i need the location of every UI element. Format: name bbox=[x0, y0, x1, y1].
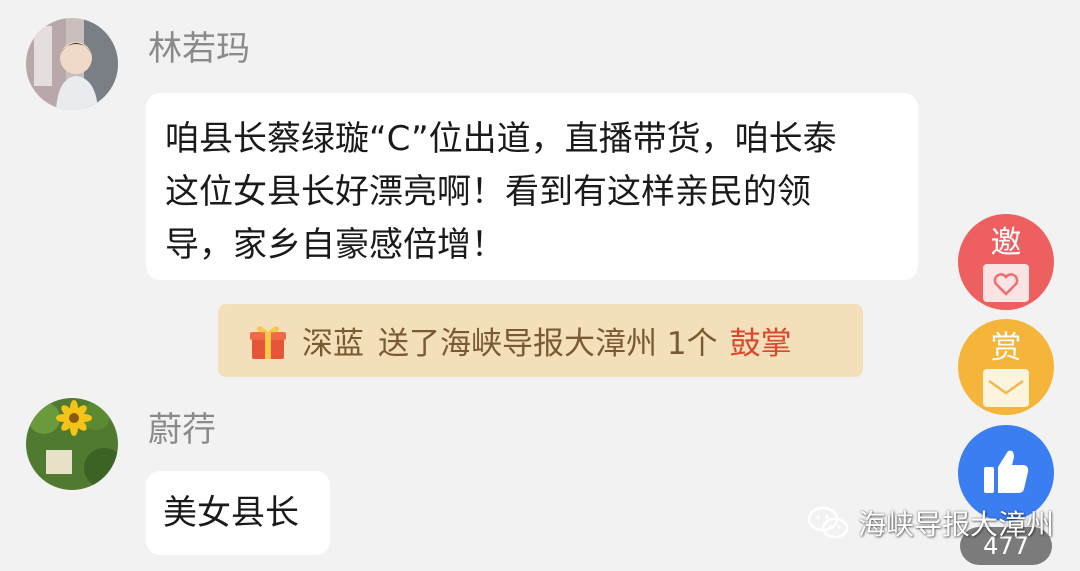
reward-label: 赏 bbox=[990, 330, 1022, 366]
username: 林若玛 bbox=[148, 29, 250, 69]
envelope-icon bbox=[983, 369, 1029, 407]
watermark: 海峡导报大漳州 bbox=[806, 503, 1054, 543]
invite-button[interactable]: 邀 bbox=[958, 214, 1054, 310]
gift-box-icon bbox=[250, 326, 286, 359]
gift-text: 送了海峡导报大漳州 1个 bbox=[378, 326, 718, 362]
comment-bubble: 美女县长 bbox=[146, 471, 330, 555]
avatar[interactable] bbox=[26, 18, 118, 110]
comment-text-line: 咱县长蔡绿璇“C”位出道，直播带货，咱长泰 bbox=[165, 119, 837, 159]
avatar[interactable] bbox=[26, 398, 118, 490]
username: 蔚荇 bbox=[148, 410, 216, 450]
reward-button[interactable]: 赏 bbox=[958, 319, 1054, 415]
comment-bubble: 咱县长蔡绿璇“C”位出道，直播带货，咱长泰 这位女县长好漂亮啊！看到有这样亲民的… bbox=[146, 93, 918, 280]
watermark-text: 海峡导报大漳州 bbox=[858, 508, 1055, 541]
gift-name: 鼓掌 bbox=[729, 326, 792, 362]
comment-text: 美女县长 bbox=[163, 493, 299, 533]
heart-card-icon bbox=[983, 264, 1029, 302]
comment-text-line: 导，家乡自豪感倍增！ bbox=[165, 225, 505, 265]
thumbs-up-icon bbox=[984, 450, 1029, 493]
gift-sender[interactable]: 深蓝 bbox=[302, 318, 364, 363]
gift-notice: 深蓝 送了海峡导报大漳州 1个 鼓掌 bbox=[218, 304, 863, 377]
invite-label: 邀 bbox=[990, 225, 1022, 261]
comment-text-line: 这位女县长好漂亮啊！看到有这样亲民的领 bbox=[165, 172, 811, 212]
wechat-icon bbox=[807, 506, 849, 539]
